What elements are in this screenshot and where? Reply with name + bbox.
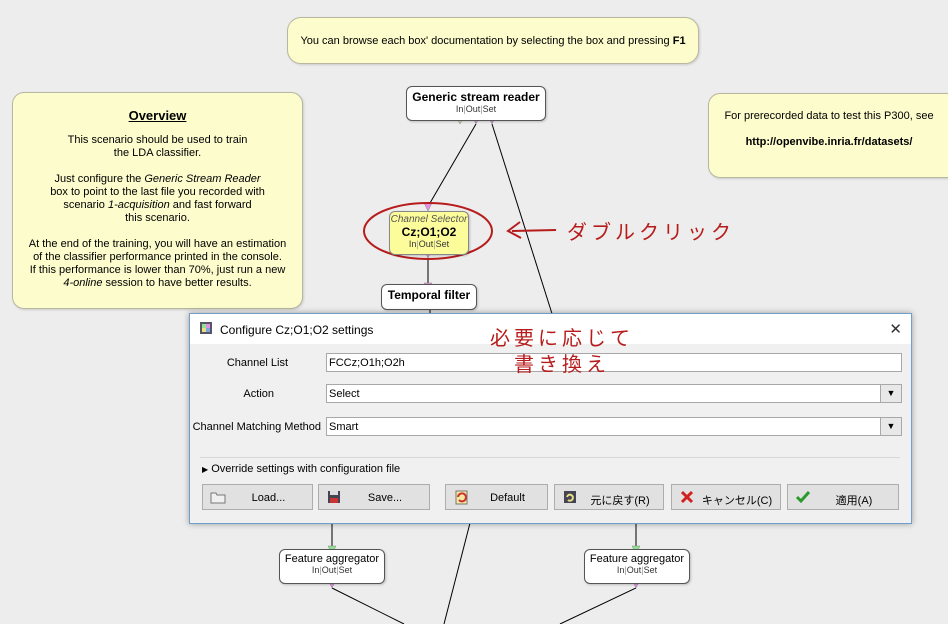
feature-aggregator-box-left[interactable]: Feature aggregator In|Out|Set	[279, 549, 385, 584]
box-title: Temporal filter	[387, 288, 471, 302]
channel-list-input[interactable]: FCCz;O1h;O2h	[326, 353, 902, 372]
datasets-note: For prerecorded data to test this P300, …	[708, 93, 948, 178]
datasets-link[interactable]: http://openvibe.inria.fr/datasets/	[709, 136, 948, 149]
overview-text-line: box to point to the last file you record…	[50, 186, 265, 198]
box-subtitle: Channel Selector	[390, 214, 468, 225]
overview-text-line: scenario 1-acquisition and fast forward	[63, 199, 252, 211]
annotation-double-click: ダブルクリック	[567, 220, 735, 244]
overview-text-line: At the end of the training, you will hav…	[28, 238, 287, 250]
cancel-button-label: キャンセル(C)	[701, 495, 773, 507]
matching-method-select[interactable]: Smart ▼	[326, 417, 902, 436]
overview-title: Overview	[128, 108, 187, 123]
overview-text-line: If this performance is lower than 70%, j…	[29, 264, 286, 276]
datasets-text: For prerecorded data to test this P300, …	[724, 110, 934, 122]
overview-text-line: of the classifier performance printed in…	[33, 251, 282, 263]
generic-stream-reader-box[interactable]: Generic stream reader In|Out|Set	[406, 86, 546, 121]
channel-list-label: Channel List	[226, 357, 288, 369]
box-title: Feature aggregator	[284, 553, 380, 565]
overview-text-line: Just configure the Generic Stream Reader	[54, 173, 261, 185]
revert-button[interactable]: 元に戻す(R)	[554, 484, 664, 510]
overview-note: Overview This scenario should be used to…	[12, 92, 303, 309]
load-button-label: Load...	[251, 492, 286, 504]
hint-note: You can browse each box' documentation b…	[287, 17, 699, 64]
cancel-x-icon	[680, 490, 694, 504]
box-title: Generic stream reader	[412, 90, 540, 104]
overview-text-line: 4-online session to have better results.	[63, 277, 252, 289]
matching-method-label: Channel Matching Method	[192, 421, 321, 433]
box-ports: In|Out|Set	[311, 565, 353, 575]
box-ports: In|Out|Set	[455, 104, 497, 114]
box-title: Feature aggregator	[589, 553, 685, 565]
hint-key: F1	[672, 35, 686, 47]
temporal-filter-box[interactable]: Temporal filter	[381, 284, 477, 310]
chevron-down-icon[interactable]: ▼	[880, 418, 901, 435]
overview-text-line: This scenario should be used to train	[67, 134, 248, 146]
action-value: Select	[329, 388, 360, 400]
folder-icon	[210, 492, 226, 504]
load-button[interactable]: Load...	[202, 484, 313, 510]
channel-selector-input-port	[423, 202, 433, 212]
checkmark-icon	[795, 491, 811, 504]
box-ports: In|Out|Set	[616, 565, 658, 575]
chevron-down-icon[interactable]: ▼	[880, 385, 901, 402]
save-button[interactable]: Save...	[318, 484, 430, 510]
overview-text-line: the LDA classifier.	[113, 147, 202, 159]
revert-icon	[564, 491, 576, 503]
cancel-button[interactable]: キャンセル(C)	[671, 484, 781, 510]
box-title: Cz;O1;O2	[401, 225, 457, 239]
action-select[interactable]: Select ▼	[326, 384, 902, 403]
revert-document-icon	[455, 490, 468, 505]
box-ports: In|Out|Set	[408, 239, 450, 249]
action-label: Action	[243, 388, 274, 400]
annotation-arrow-selector	[511, 229, 557, 232]
save-button-label: Save...	[367, 492, 403, 504]
openvibe-app-icon	[200, 322, 212, 334]
matching-method-value: Smart	[329, 421, 359, 433]
triangle-right-icon: ▶	[202, 465, 209, 474]
hint-text: You can browse each box' documentation b…	[300, 35, 673, 47]
overview-text-line: this scenario.	[125, 212, 190, 224]
divider	[200, 457, 900, 458]
override-expander[interactable]: ▶ Override settings with configuration f…	[202, 463, 400, 475]
default-button[interactable]: Default	[445, 484, 548, 510]
channel-selector-box[interactable]: Channel Selector Cz;O1;O2 In|Out|Set	[389, 211, 469, 255]
revert-button-label: 元に戻す(R)	[590, 495, 650, 507]
feature-aggregator-box-right[interactable]: Feature aggregator In|Out|Set	[584, 549, 690, 584]
annotation-rewrite-line1: 必要に応じて	[490, 326, 634, 350]
override-label: Override settings with configuration fil…	[211, 463, 401, 475]
floppy-disk-icon	[328, 491, 340, 503]
annotation-rewrite-line2: 書き換え	[514, 352, 610, 376]
dialog-title: Configure Cz;O1;O2 settings	[220, 323, 374, 337]
apply-button-label: 適用(A)	[835, 495, 873, 507]
default-button-label: Default	[490, 492, 525, 504]
close-icon[interactable]: ✕	[889, 320, 902, 338]
apply-button[interactable]: 適用(A)	[787, 484, 899, 510]
